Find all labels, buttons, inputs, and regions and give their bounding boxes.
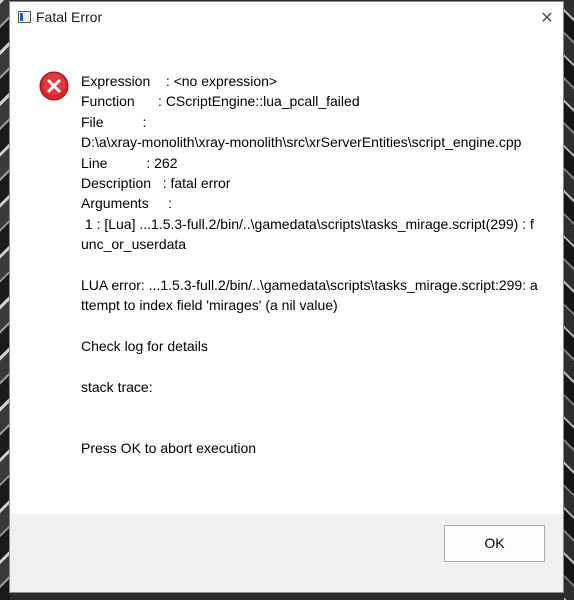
message-line: Check log for details [81, 338, 208, 355]
background-right-edge [564, 0, 574, 600]
message-line: Function : CScriptEngine::lua_pcall_fail… [81, 93, 360, 110]
close-button[interactable]: ✕ [533, 2, 561, 34]
message-line: Description : fatal error [81, 175, 231, 192]
message-line [81, 316, 541, 336]
message-line: LUA error: ...1.5.3-full.2/bin/..\gameda… [81, 277, 538, 314]
error-message-text: Expression : <no expression> Function : C… [81, 71, 541, 459]
fatal-error-dialog: Fatal Error ✕ Expression : <no expressio… [9, 1, 564, 593]
error-icon [39, 71, 69, 101]
ok-button[interactable]: OK [444, 525, 545, 562]
message-line: Expression : <no expression> [81, 73, 278, 89]
message-line: stack trace: [81, 379, 153, 396]
title-bar[interactable]: Fatal Error ✕ [10, 2, 563, 34]
app-window-icon [18, 11, 31, 23]
dialog-footer: OK [10, 514, 563, 592]
message-line: Press OK to abort execution [81, 440, 257, 457]
message-line [81, 255, 541, 275]
message-line: 1 : [Lua] ...1.5.3-full.2/bin/..\gamedat… [81, 215, 534, 253]
message-line: Line : 262 [81, 154, 178, 171]
message-line [81, 398, 541, 418]
message-area: Expression : <no expression> Function : C… [10, 34, 563, 514]
message-line: File : [81, 113, 147, 130]
window-title: Fatal Error [36, 9, 103, 25]
message-line: Arguments : [81, 195, 173, 212]
message-line [81, 357, 541, 377]
message-line [81, 418, 541, 438]
message-line: D:\a\xray-monolith\xray-monolith\src\xrS… [81, 134, 522, 151]
